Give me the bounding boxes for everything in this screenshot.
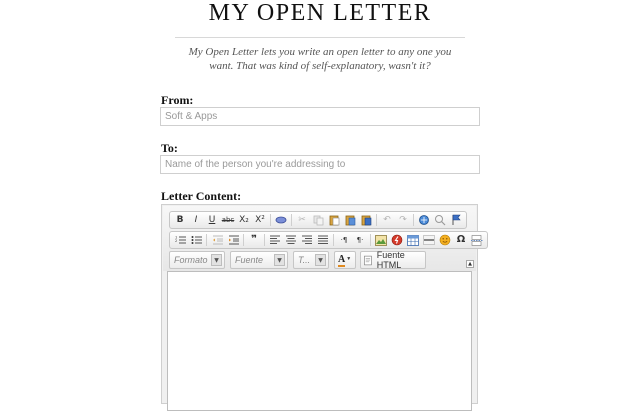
toolbar-separator <box>370 234 371 246</box>
flash-icon[interactable] <box>390 233 405 248</box>
justify-icon[interactable] <box>316 233 331 248</box>
letter-content-area[interactable] <box>167 271 472 411</box>
to-field[interactable] <box>160 155 480 174</box>
content-label: Letter Content: <box>161 189 242 203</box>
superscript-button[interactable]: X² <box>253 213 268 228</box>
paste-text-icon[interactable] <box>343 213 358 228</box>
ltr-icon[interactable]: ·¶ <box>337 233 352 248</box>
toolbar-separator <box>243 234 244 246</box>
svg-text:2: 2 <box>175 239 177 243</box>
toolbar-separator <box>291 214 292 226</box>
image-icon[interactable] <box>374 233 389 248</box>
align-right-icon[interactable] <box>300 233 315 248</box>
chevron-down-icon: ▼ <box>274 254 285 266</box>
text-color-icon: A <box>338 254 346 267</box>
paste-icon[interactable] <box>327 213 342 228</box>
align-left-icon[interactable] <box>268 233 283 248</box>
find-icon[interactable] <box>417 213 432 228</box>
toolbar-separator <box>376 214 377 226</box>
strikethrough-button[interactable]: abc <box>221 213 236 228</box>
chevron-down-icon: ▼ <box>346 256 352 263</box>
cut-icon[interactable]: ✂ <box>295 213 310 228</box>
source-button[interactable]: Fuente HTML <box>360 250 426 270</box>
toolbar-separator <box>413 214 414 226</box>
smiley-icon[interactable] <box>438 233 453 248</box>
format-select-label: Formato <box>174 255 208 265</box>
font-select-label: Fuente <box>235 255 264 265</box>
size-select[interactable]: T... ▼ <box>293 251 329 269</box>
toolbar-separator <box>333 234 334 246</box>
chevron-down-icon: ▼ <box>315 254 326 266</box>
paste-word-icon[interactable] <box>359 213 374 228</box>
copy-icon[interactable] <box>311 213 326 228</box>
replace-icon[interactable] <box>433 213 448 228</box>
special-char-icon[interactable]: Ω <box>454 233 469 248</box>
eraser-icon[interactable] <box>274 213 289 228</box>
table-icon[interactable] <box>406 233 421 248</box>
page-subtitle: My Open Letter lets you write an open le… <box>188 46 452 72</box>
indent-icon[interactable] <box>226 233 241 248</box>
bulleted-list-icon[interactable] <box>189 233 204 248</box>
rtl-icon[interactable]: ¶· <box>353 233 368 248</box>
bold-button[interactable]: B <box>173 213 188 228</box>
page-break-icon[interactable] <box>470 233 485 248</box>
italic-button[interactable]: I <box>189 213 204 228</box>
source-icon <box>364 255 372 265</box>
toolbar-group-paragraph: 12 ❞ ·¶ ¶· Ω <box>169 231 488 249</box>
outdent-icon[interactable] <box>210 233 225 248</box>
page-title: MY OPEN LETTER <box>208 0 432 26</box>
subscript-button[interactable]: X₂ <box>237 213 252 228</box>
text-color-button[interactable]: A▼ <box>334 251 356 269</box>
title-divider <box>175 37 465 38</box>
numbered-list-icon[interactable]: 12 <box>173 233 188 248</box>
flag-icon[interactable] <box>449 213 464 228</box>
font-select[interactable]: Fuente ▼ <box>230 251 288 269</box>
toolbar-separator <box>264 234 265 246</box>
underline-button[interactable]: U <box>205 213 220 228</box>
rich-text-editor: B I U abc X₂ X² ✂ ↶ ↷ 1 2 ❞ ·¶ ¶· Ω Form… <box>161 204 488 411</box>
chevron-down-icon: ▼ <box>211 254 222 266</box>
editor-toolbar: B I U abc X₂ X² ✂ ↶ ↷ 1 2 ❞ ·¶ ¶· Ω Form… <box>163 206 488 271</box>
toolbar-separator <box>206 234 207 246</box>
toolbar-group-basic: B I U abc X₂ X² ✂ ↶ ↷ <box>169 211 467 229</box>
format-select[interactable]: Formato ▼ <box>169 251 225 269</box>
from-field[interactable] <box>160 107 480 126</box>
redo-icon[interactable]: ↷ <box>396 213 411 228</box>
blockquote-icon[interactable]: ❞ <box>247 233 262 248</box>
toolbar-separator <box>270 214 271 226</box>
size-select-label: T... <box>298 255 311 265</box>
horizontal-line-icon[interactable] <box>422 233 437 248</box>
source-button-label: Fuente HTML <box>376 250 405 270</box>
from-label: From: <box>161 93 194 107</box>
to-label: To: <box>161 141 178 155</box>
align-center-icon[interactable] <box>284 233 299 248</box>
undo-icon[interactable]: ↶ <box>380 213 395 228</box>
collapse-toolbar-icon[interactable]: ▲ <box>466 260 474 268</box>
